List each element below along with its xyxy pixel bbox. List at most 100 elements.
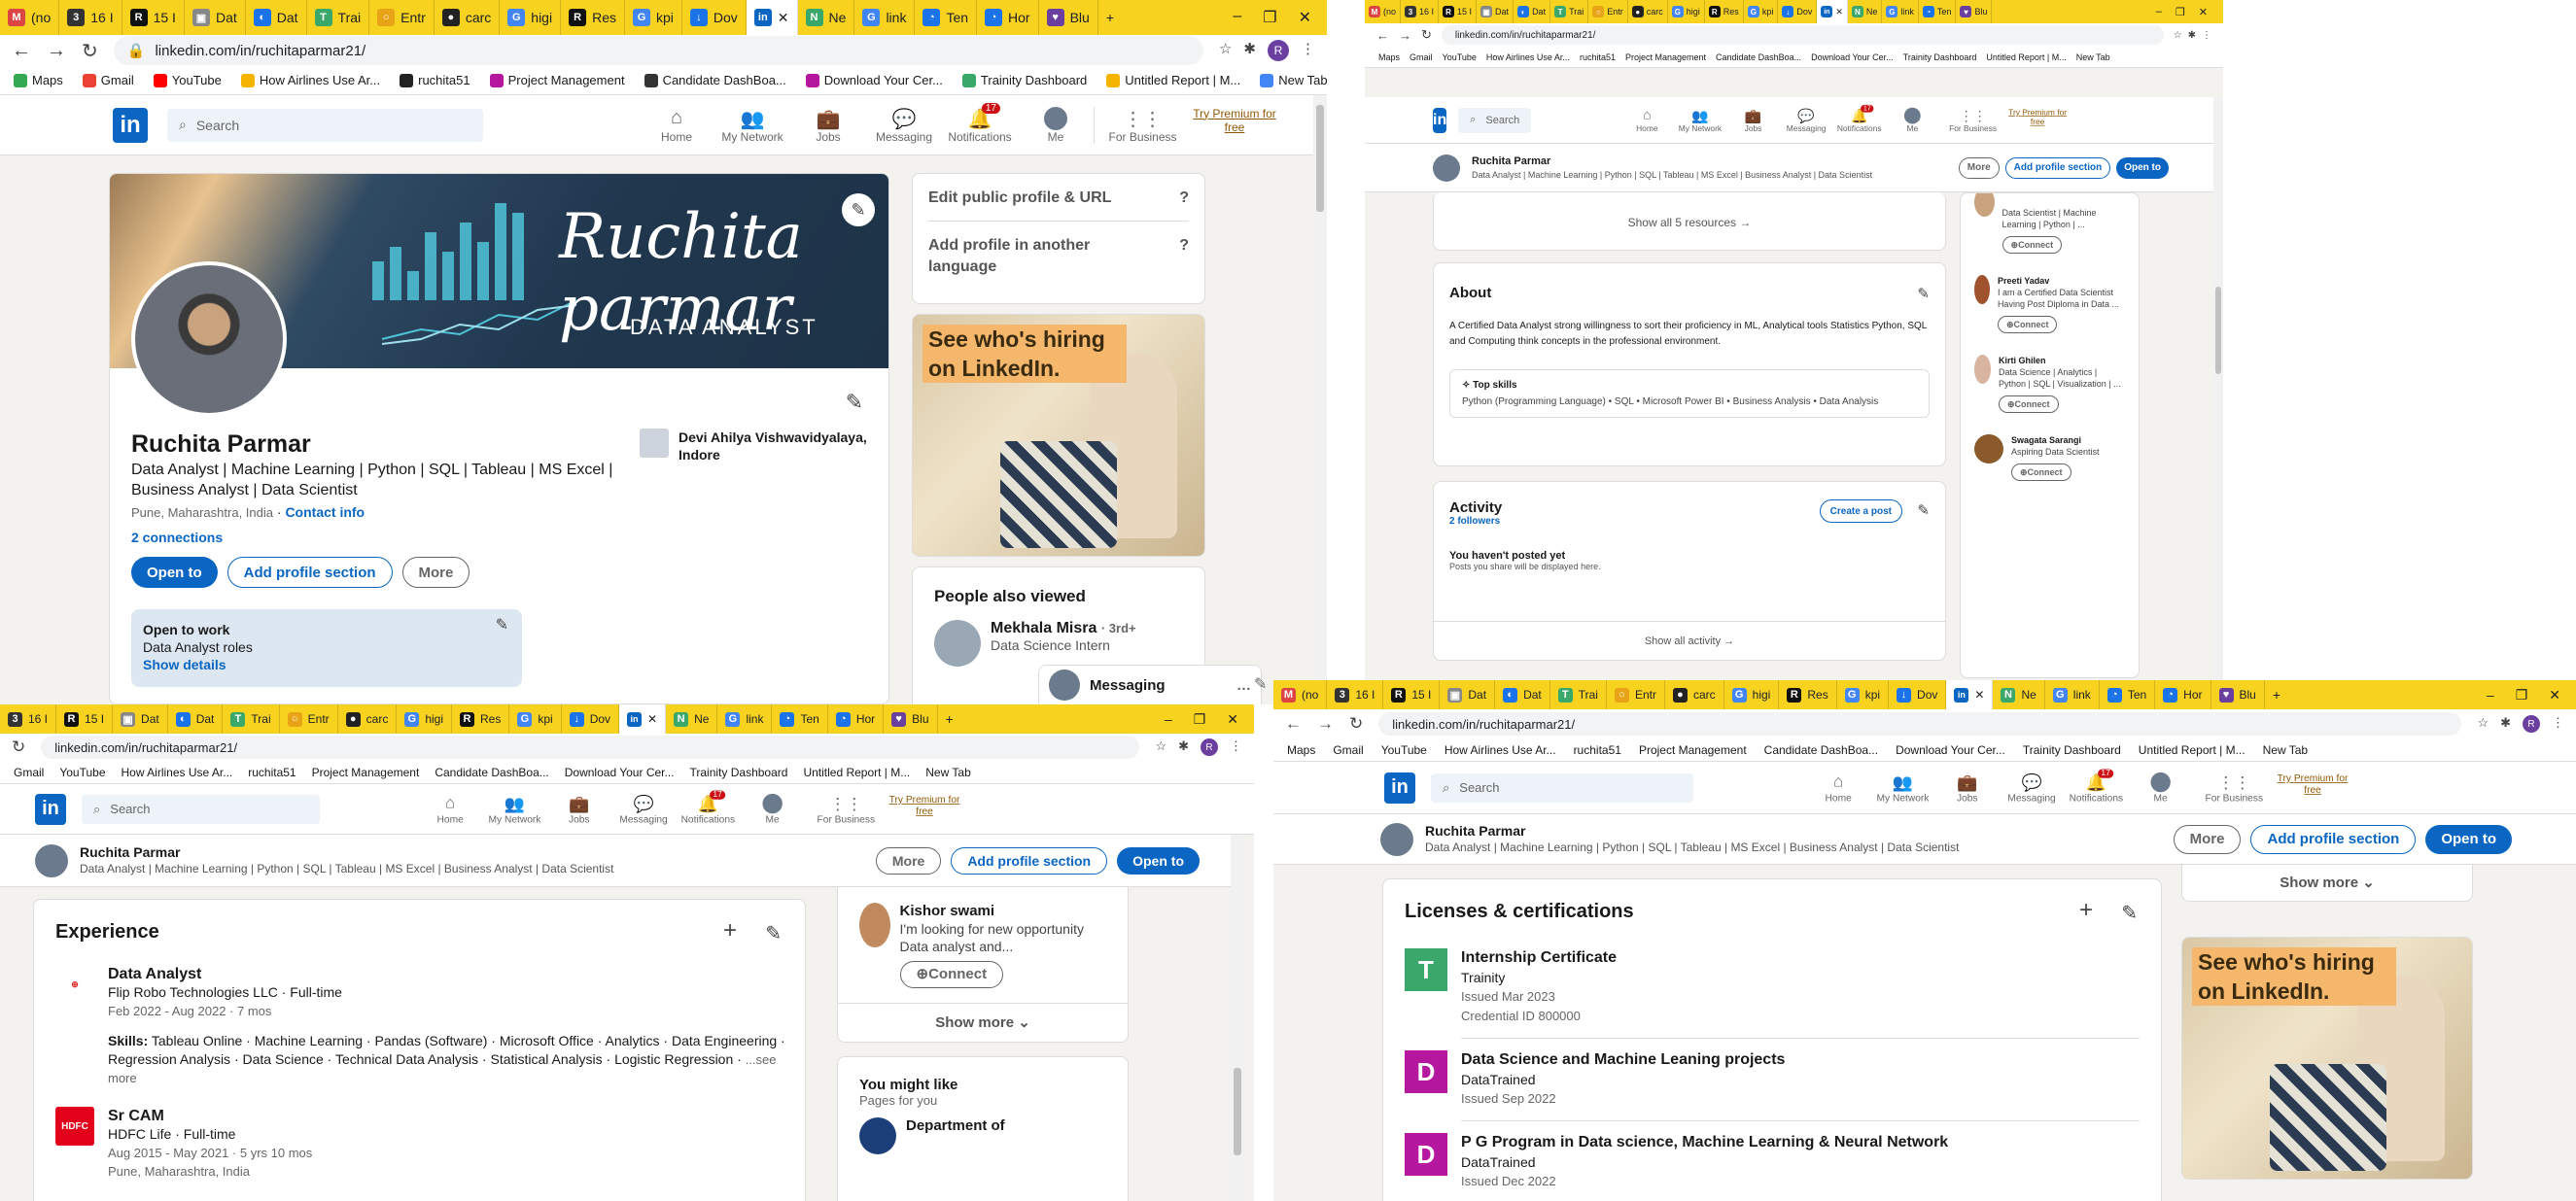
profile-avatar[interactable]: R — [1201, 738, 1218, 756]
add-profile-section-button[interactable]: Add profile section — [2250, 824, 2417, 854]
tab[interactable]: R Res — [452, 704, 510, 734]
tab[interactable]: 3 16 I — [59, 0, 122, 35]
more-dots-icon[interactable]: … — [1236, 677, 1251, 694]
tab[interactable]: Ghigi — [1668, 0, 1705, 23]
tab[interactable]: ○ Entr — [1588, 0, 1628, 23]
tab[interactable]: M (no — [0, 0, 60, 35]
search-input[interactable]: ⌕ Search — [167, 108, 483, 142]
nav-notifications[interactable]: 🔔 17 Notifications — [1833, 104, 1887, 133]
nav-me[interactable]: Me — [741, 793, 805, 825]
tab[interactable]: ◐ Dat — [246, 0, 307, 35]
tab[interactable]: 3 16 I — [1401, 0, 1440, 23]
tab[interactable]: R 15 I — [56, 704, 114, 734]
bookmark[interactable]: Project Management — [489, 73, 625, 87]
person-item[interactable]: Kirti Ghilen Data Science | Analytics | P… — [1974, 355, 2125, 413]
open-to-button[interactable]: Open to — [1117, 846, 1200, 875]
tab[interactable]: ↓ Dov — [1889, 680, 1947, 709]
tab[interactable]: Glink — [2045, 680, 2100, 709]
compose-icon[interactable]: ✎ — [1254, 674, 1267, 694]
close-icon[interactable]: ✕ — [647, 712, 657, 726]
tab[interactable]: Glink — [854, 0, 916, 35]
tab[interactable]: Ghigi — [1724, 680, 1780, 709]
nav-jobs[interactable]: 💼 Jobs — [1935, 772, 2000, 804]
close-window-icon[interactable]: ✕ — [1227, 711, 1238, 728]
tab[interactable]: R 15 I — [1383, 680, 1441, 709]
menu-dots-icon[interactable]: ⋮ — [2552, 715, 2564, 733]
add-experience-plus-icon[interactable]: + — [723, 917, 737, 944]
nav-network[interactable]: 👥 My Network — [1674, 107, 1727, 133]
connect-button[interactable]: ⊕ Connect — [1999, 395, 2059, 413]
bookmark[interactable]: Download Your Cer... — [805, 73, 943, 87]
minimize-icon[interactable]: – — [2487, 687, 2494, 703]
tab[interactable]: ◐ Dat — [168, 704, 224, 734]
puzzle-icon[interactable]: ✱ — [1243, 40, 1256, 61]
tab[interactable]: 3 16 I — [0, 704, 57, 734]
nav-network[interactable]: 👥 My Network — [714, 107, 790, 144]
tab[interactable]: ▣ Dat — [1477, 0, 1514, 23]
forward-icon[interactable]: → — [1399, 28, 1411, 43]
puzzle-icon[interactable]: ✱ — [1178, 738, 1189, 756]
tab[interactable]: T Trai — [1550, 0, 1589, 23]
edit-intro-pencil-icon[interactable]: ✎ — [846, 390, 863, 415]
close-window-icon[interactable]: ✕ — [2549, 687, 2560, 703]
edit-activity-pencil-icon[interactable]: ✎ — [1917, 501, 1930, 519]
nav-notifications[interactable]: 🔔 17 Notifications — [676, 789, 740, 825]
bookmark[interactable]: Gmail — [82, 73, 134, 87]
scrollbar-thumb[interactable] — [1234, 1068, 1241, 1155]
new-tab-button[interactable]: + — [938, 704, 961, 734]
search-input[interactable]: ⌕ Search — [1431, 772, 1693, 803]
forward-icon[interactable]: → — [47, 40, 66, 62]
nav-network[interactable]: 👥 My Network — [482, 793, 546, 825]
close-window-icon[interactable]: ✕ — [2199, 6, 2208, 18]
edit-otw-pencil-icon[interactable]: ✎ — [496, 617, 508, 635]
show-details-link[interactable]: Show details — [143, 656, 510, 673]
url-input[interactable]: linkedin.com/in/ruchitaparmar21/ — [41, 736, 1140, 759]
tab[interactable]: Glink — [1882, 0, 1919, 23]
nav-notifications[interactable]: 🔔 17 Notifications — [2064, 768, 2128, 804]
certificate-item[interactable]: D P G Program in Data science, Machine L… — [1405, 1133, 2140, 1191]
nav-home[interactable]: ⌂ Home — [418, 793, 482, 824]
linkedin-logo-icon[interactable]: in — [113, 107, 148, 143]
minimize-icon[interactable]: – — [2156, 6, 2162, 18]
scrollbar-thumb[interactable] — [1316, 105, 1324, 212]
premium-link[interactable]: Try Premium for free — [888, 793, 961, 824]
create-post-button[interactable]: Create a post — [1819, 499, 1902, 523]
tab[interactable]: R Res — [1779, 680, 1837, 709]
bookmark[interactable]: Candidate DashBoa... — [644, 73, 786, 87]
puzzle-icon[interactable]: ✱ — [2188, 30, 2196, 41]
show-more-link[interactable]: Show more ⌄ — [838, 1003, 1128, 1042]
add-language-link[interactable]: Add profile in another language? — [928, 235, 1189, 278]
nav-home[interactable]: ⌂ Home — [1620, 107, 1674, 133]
back-icon[interactable]: ← — [12, 40, 31, 62]
experience-item[interactable]: HDFC Sr CAM HDFC Life · Full-time Aug 20… — [55, 1107, 783, 1181]
reload-icon[interactable]: ↻ — [1349, 714, 1363, 734]
tab[interactable]: M (no — [1273, 680, 1328, 709]
tab[interactable]: ♥ Blu — [884, 704, 938, 734]
nav-jobs[interactable]: 💼 Jobs — [790, 107, 866, 144]
back-icon[interactable]: ← — [1285, 714, 1302, 734]
add-profile-section-button[interactable]: Add profile section — [2004, 156, 2111, 179]
restore-icon[interactable]: ❐ — [2516, 687, 2528, 703]
nav-business[interactable]: ⋮⋮ For Business — [1094, 106, 1191, 144]
tab[interactable]: T Trai — [223, 704, 280, 734]
star-icon[interactable]: ☆ — [1155, 738, 1166, 756]
show-activity-link[interactable]: Show all activity → — [1434, 621, 1945, 660]
scrollbar[interactable] — [1231, 835, 1244, 1201]
show-more-link[interactable]: Show more ⌄ — [2182, 865, 2472, 901]
more-button[interactable]: More — [875, 846, 942, 875]
tab[interactable]: ○ Entr — [280, 704, 338, 734]
more-button[interactable]: More — [401, 557, 470, 588]
tab[interactable]: 3 16 I — [1327, 680, 1384, 709]
tab[interactable]: Ghigi — [397, 704, 453, 734]
connect-button[interactable]: ⊕ Connect — [899, 961, 1004, 988]
minimize-icon[interactable]: – — [1165, 711, 1172, 728]
back-icon[interactable]: ← — [1376, 28, 1389, 43]
reload-icon[interactable]: ↻ — [1421, 27, 1432, 43]
tab[interactable]: Gkpi — [625, 0, 682, 35]
nav-me[interactable]: Me — [2129, 772, 2193, 804]
tab[interactable]: ◔ Hor — [2155, 680, 2211, 709]
top-skills-box[interactable]: ✧ Top skills Python (Programming Languag… — [1449, 369, 1930, 418]
tab[interactable]: ▣ Dat — [185, 0, 246, 35]
nav-jobs[interactable]: 💼 Jobs — [547, 793, 611, 825]
bookmark[interactable]: Trainity Dashboard — [961, 73, 1087, 87]
